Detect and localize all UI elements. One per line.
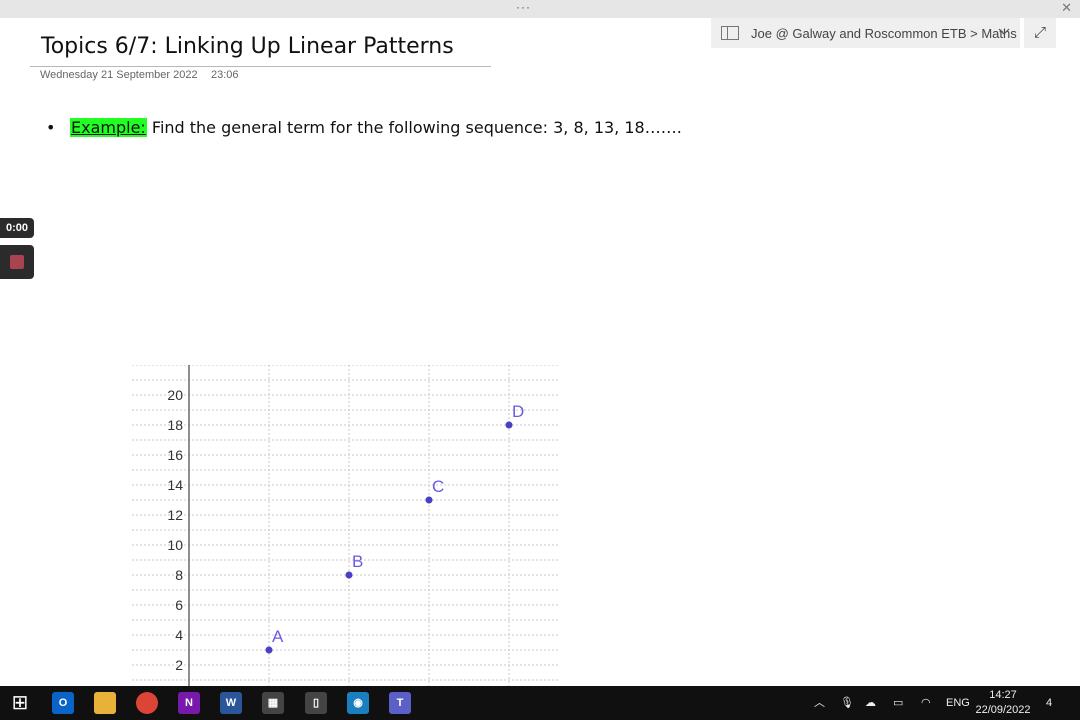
y-tick-label: 4 (175, 627, 183, 643)
page-time: 23:06 (211, 69, 239, 81)
word-icon[interactable]: W (220, 692, 242, 714)
clock-date: 22/09/2022 (975, 704, 1031, 716)
teams-icon[interactable]: T (389, 692, 411, 714)
microphone-icon[interactable]: 🎙 (840, 686, 854, 720)
y-tick-label: 20 (167, 387, 183, 403)
notebook-icon (721, 26, 739, 40)
notebook-path: Joe @ Galway and Roscommon ETB > Maths (751, 25, 1017, 41)
calculator-icon[interactable]: ▦ (262, 692, 284, 714)
page-date: Wednesday 21 September 2022 (40, 69, 198, 81)
y-tick-label: 8 (175, 567, 183, 583)
y-tick-label: 12 (167, 507, 183, 523)
close-icon[interactable]: ✕ (1061, 0, 1072, 16)
bullet-icon: • (46, 118, 56, 137)
window-top-bar: ··· ✕ (0, 0, 1080, 18)
y-tick-label: 10 (167, 537, 183, 553)
y-tick-label: 18 (167, 417, 183, 433)
windows-start-icon[interactable]: ⊞ (9, 692, 31, 714)
example-label: Example: (70, 118, 147, 137)
onedrive-icon[interactable]: ☁ (865, 686, 876, 720)
wifi-icon[interactable]: ◠ (921, 686, 931, 720)
expand-button[interactable]: ⤢ (1024, 18, 1056, 48)
remote-app-icon[interactable]: ◉ (347, 692, 369, 714)
notification-center-icon[interactable]: 4 (1046, 686, 1052, 720)
notification-count: 4 (1046, 697, 1053, 709)
phone-link-icon[interactable]: ▯ (305, 692, 327, 714)
recording-timer: 0:00 (0, 218, 34, 238)
y-tick-label: 16 (167, 447, 183, 463)
page-title[interactable]: Topics 6/7: Linking Up Linear Patterns (41, 34, 454, 59)
example-bullet[interactable]: • Example: Find the general term for the … (46, 118, 682, 137)
clock-time: 14:27 (989, 689, 1017, 701)
language-indicator[interactable]: ENG (946, 686, 970, 720)
taskbar: ︿ 🎙 ☁ ▭ ◠ ENG 14:27 22/09/2022 4 ⊞ O N W ▦ ▯ ◉… (0, 686, 1080, 720)
title-divider (30, 66, 491, 67)
stop-recording-button[interactable] (0, 245, 34, 279)
point-label: C (432, 477, 444, 496)
data-point (505, 421, 513, 429)
data-point (425, 496, 433, 504)
more-options-icon[interactable]: ··· (516, 0, 531, 14)
y-tick-label: 6 (175, 597, 183, 613)
data-point (265, 646, 273, 654)
stop-icon (10, 255, 24, 269)
data-point (345, 571, 353, 579)
chevron-down-icon (998, 28, 1010, 35)
file-explorer-icon[interactable] (94, 692, 116, 714)
system-clock[interactable]: 14:27 22/09/2022 (968, 688, 1038, 718)
y-tick-label: 2 (175, 657, 183, 673)
point-label: B (352, 552, 363, 571)
battery-icon[interactable]: ▭ (893, 686, 903, 720)
example-text: Find the general term for the following … (146, 118, 682, 137)
tray-expand-icon[interactable]: ︿ (814, 686, 825, 720)
point-label: A (272, 627, 284, 646)
onenote-icon[interactable]: N (178, 692, 200, 714)
sequence-scatter-chart: 2 4 6 8 10 12 14 16 18 20 A B C D (132, 365, 560, 686)
outlook-icon[interactable]: O (52, 692, 74, 714)
point-label: D (512, 402, 524, 421)
chrome-icon[interactable] (136, 692, 158, 714)
notebook-breadcrumb[interactable]: Joe @ Galway and Roscommon ETB > Maths (711, 18, 1020, 48)
y-tick-label: 14 (167, 477, 183, 493)
